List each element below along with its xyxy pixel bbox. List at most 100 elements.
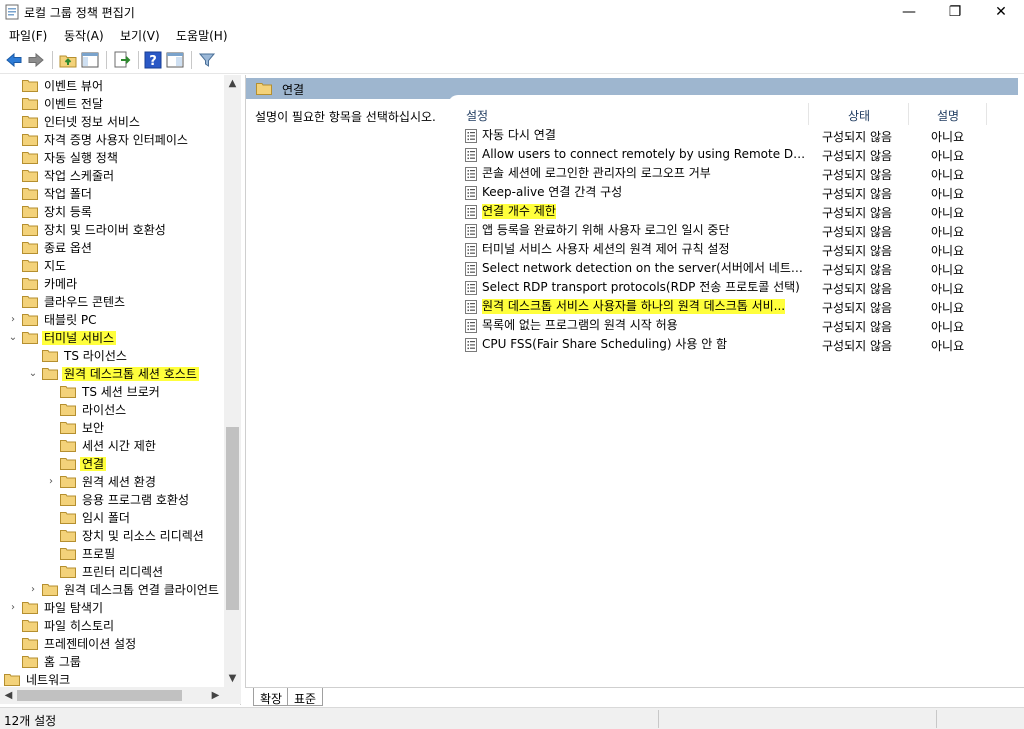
- tree-item[interactable]: 장치 및 드라이버 호환성: [0, 221, 224, 239]
- setting-row[interactable]: 앱 등록을 완료하기 위해 사용자 로그인 일시 중단 구성되지 않음 아니요: [462, 221, 1018, 240]
- expand-chevron-icon[interactable]: [8, 206, 18, 218]
- export-list-icon[interactable]: [112, 50, 132, 70]
- setting-row[interactable]: 연결 개수 제한 구성되지 않음 아니요: [462, 202, 1018, 221]
- tree-item[interactable]: 장치 및 리소스 리디렉션: [0, 527, 224, 545]
- tab-extended[interactable]: 확장: [253, 688, 290, 706]
- expand-chevron-icon[interactable]: ›: [46, 476, 56, 488]
- tree-item[interactable]: › 원격 세션 환경: [0, 473, 224, 491]
- up-folder-icon[interactable]: [58, 50, 78, 70]
- expand-chevron-icon[interactable]: ›: [28, 584, 38, 596]
- expand-chevron-icon[interactable]: [8, 116, 18, 128]
- tree-item[interactable]: 파일 히스토리: [0, 617, 224, 635]
- menu-view[interactable]: 보기(V): [120, 27, 160, 44]
- tree-item[interactable]: › 태블릿 PC: [0, 311, 224, 329]
- maximize-button[interactable]: ❐: [932, 0, 978, 24]
- expand-chevron-icon[interactable]: [8, 170, 18, 182]
- scroll-thumb[interactable]: [226, 427, 239, 610]
- setting-row[interactable]: Select RDP transport protocols(RDP 전송 프로…: [462, 278, 1018, 297]
- tree-item[interactable]: 라이선스: [0, 401, 224, 419]
- column-comment[interactable]: 설명: [937, 107, 959, 124]
- expand-chevron-icon[interactable]: [8, 260, 18, 272]
- scroll-down-icon[interactable]: ▼: [224, 670, 241, 687]
- expand-chevron-icon[interactable]: [8, 188, 18, 200]
- tree-item[interactable]: › 원격 데스크톱 연결 클라이언트: [0, 581, 224, 599]
- setting-row[interactable]: 콘솔 세션에 로그인한 관리자의 로그오프 거부 구성되지 않음 아니요: [462, 164, 1018, 183]
- expand-chevron-icon[interactable]: [8, 224, 18, 236]
- tree-vertical-scrollbar[interactable]: ▲ ▼: [224, 75, 241, 687]
- properties-pane-icon[interactable]: [165, 50, 185, 70]
- tree-item[interactable]: TS 세션 브로커: [0, 383, 224, 401]
- tree-item[interactable]: 인터넷 정보 서비스: [0, 113, 224, 131]
- setting-row[interactable]: Select network detection on the server(서…: [462, 259, 1018, 278]
- tree-item[interactable]: 연결: [0, 455, 224, 473]
- collapse-chevron-icon[interactable]: ⌄: [8, 332, 18, 344]
- expand-chevron-icon[interactable]: [46, 494, 56, 506]
- show-hide-tree-icon[interactable]: [80, 50, 100, 70]
- expand-chevron-icon[interactable]: [8, 620, 18, 632]
- expand-chevron-icon[interactable]: ›: [8, 314, 18, 326]
- tree-item[interactable]: 프레젠테이션 설정: [0, 635, 224, 653]
- menu-help[interactable]: 도움말(H): [176, 27, 228, 44]
- setting-row[interactable]: CPU FSS(Fair Share Scheduling) 사용 안 함 구성되…: [462, 335, 1018, 354]
- expand-chevron-icon[interactable]: [28, 350, 38, 362]
- tree-item[interactable]: ⌄ 터미널 서비스: [0, 329, 224, 347]
- tree-item[interactable]: 작업 스케줄러: [0, 167, 224, 185]
- expand-chevron-icon[interactable]: [46, 404, 56, 416]
- tree-item[interactable]: 임시 폴더: [0, 509, 224, 527]
- tree-horizontal-scrollbar[interactable]: ◀ ▶: [0, 687, 224, 704]
- expand-chevron-icon[interactable]: [8, 80, 18, 92]
- expand-chevron-icon[interactable]: [8, 98, 18, 110]
- tree-item[interactable]: 자동 실행 정책: [0, 149, 224, 167]
- expand-chevron-icon[interactable]: [46, 440, 56, 452]
- expand-chevron-icon[interactable]: [8, 278, 18, 290]
- minimize-button[interactable]: —: [886, 0, 932, 24]
- expand-chevron-icon[interactable]: [8, 152, 18, 164]
- setting-row[interactable]: 목록에 없는 프로그램의 원격 시작 허용 구성되지 않음 아니요: [462, 316, 1018, 335]
- setting-row[interactable]: 자동 다시 연결 구성되지 않음 아니요: [462, 126, 1018, 145]
- tree-item[interactable]: 응용 프로그램 호환성: [0, 491, 224, 509]
- expand-chevron-icon[interactable]: [46, 422, 56, 434]
- expand-chevron-icon[interactable]: [46, 530, 56, 542]
- expand-chevron-icon[interactable]: ›: [8, 602, 18, 614]
- tree-item[interactable]: 이벤트 뷰어: [0, 77, 224, 95]
- help-icon[interactable]: ?: [143, 50, 163, 70]
- setting-row[interactable]: 터미널 서비스 사용자 세션의 원격 제어 규칙 설정 구성되지 않음 아니요: [462, 240, 1018, 259]
- column-state[interactable]: 상태: [848, 107, 870, 124]
- tree-item[interactable]: 보안: [0, 419, 224, 437]
- back-arrow-icon[interactable]: [4, 50, 24, 70]
- expand-chevron-icon[interactable]: [46, 458, 56, 470]
- forward-arrow-icon[interactable]: [26, 50, 46, 70]
- collapse-chevron-icon[interactable]: ⌄: [28, 368, 38, 380]
- tree-item[interactable]: 프린터 리디렉션: [0, 563, 224, 581]
- tree-item[interactable]: ⌄ 원격 데스크톱 세션 호스트: [0, 365, 224, 383]
- tree-item[interactable]: 홈 그룹: [0, 653, 224, 671]
- expand-chevron-icon[interactable]: [8, 656, 18, 668]
- column-setting[interactable]: 설정: [466, 107, 488, 124]
- scroll-right-icon[interactable]: ▶: [207, 687, 224, 704]
- scroll-left-icon[interactable]: ◀: [0, 687, 17, 704]
- tree-item[interactable]: 카메라: [0, 275, 224, 293]
- tree-item[interactable]: 장치 등록: [0, 203, 224, 221]
- expand-chevron-icon[interactable]: [8, 242, 18, 254]
- expand-chevron-icon[interactable]: [8, 296, 18, 308]
- setting-row[interactable]: Keep-alive 연결 간격 구성 구성되지 않음 아니요: [462, 183, 1018, 202]
- tree-item[interactable]: 이벤트 전달: [0, 95, 224, 113]
- tree-item[interactable]: 프로필: [0, 545, 224, 563]
- tree-item[interactable]: 종료 옵션: [0, 239, 224, 257]
- scroll-thumb[interactable]: [17, 690, 182, 701]
- menu-action[interactable]: 동작(A): [64, 27, 104, 44]
- tree-item[interactable]: 자격 증명 사용자 인터페이스: [0, 131, 224, 149]
- expand-chevron-icon[interactable]: [8, 134, 18, 146]
- expand-chevron-icon[interactable]: [46, 386, 56, 398]
- scroll-up-icon[interactable]: ▲: [224, 75, 241, 92]
- setting-row[interactable]: 원격 데스크톱 서비스 사용자를 하나의 원격 데스크톱 서비... 구성되지 않…: [462, 297, 1018, 316]
- expand-chevron-icon[interactable]: [46, 548, 56, 560]
- menu-file[interactable]: 파일(F): [9, 27, 47, 44]
- expand-chevron-icon[interactable]: [46, 566, 56, 578]
- tree-item[interactable]: TS 라이선스: [0, 347, 224, 365]
- expand-chevron-icon[interactable]: [46, 512, 56, 524]
- tab-standard[interactable]: 표준: [287, 688, 324, 706]
- tree-item[interactable]: › 파일 탐색기: [0, 599, 224, 617]
- filter-icon[interactable]: [197, 50, 217, 70]
- close-button[interactable]: ✕: [978, 0, 1024, 24]
